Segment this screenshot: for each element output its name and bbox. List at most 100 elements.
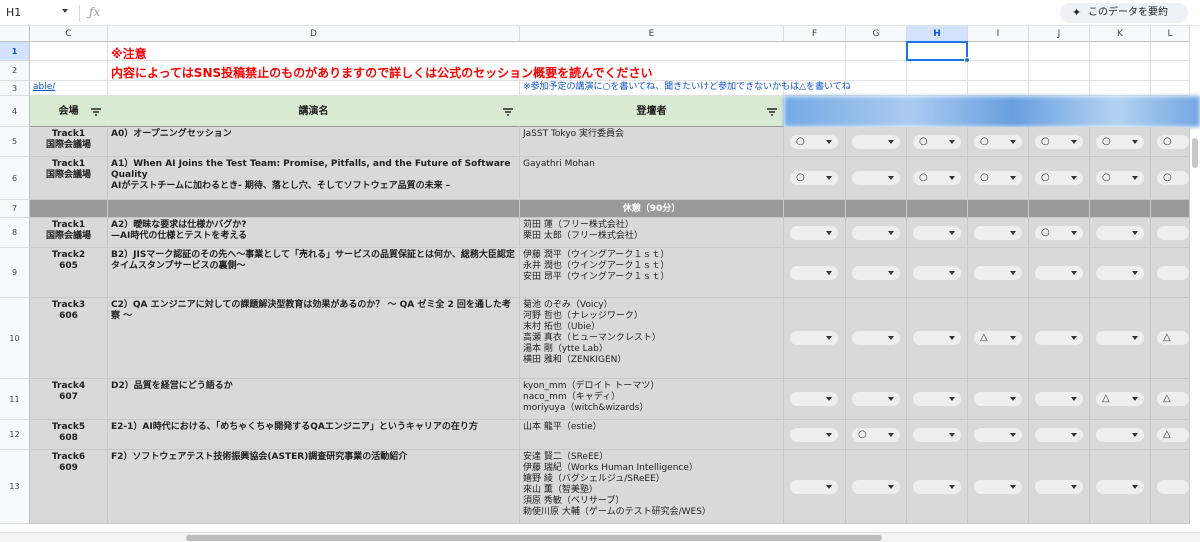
cell[interactable]: 内容によってはSNS投稿禁止のものがありますので詳しくは公式のセッション概要を読… <box>108 61 653 81</box>
attendance-cell[interactable] <box>1029 248 1090 298</box>
attendance-cell[interactable]: ○ <box>1029 218 1090 248</box>
row-header-5[interactable]: 5 <box>0 127 30 157</box>
attendance-cell[interactable] <box>907 218 968 248</box>
chevron-down-icon[interactable] <box>888 432 894 437</box>
chevron-down-icon[interactable] <box>1010 484 1016 489</box>
venue-header[interactable]: 会場 <box>30 96 108 127</box>
talk-title-cell[interactable]: C2）QA エンジニアに対しての課題解決型教育は効果があるのか？ 〜 QA ゼミ… <box>108 298 520 379</box>
attendance-cell[interactable]: ○ <box>907 157 968 200</box>
column-header-k[interactable]: K <box>1090 26 1151 42</box>
attendance-cell[interactable]: ○ <box>1151 127 1190 157</box>
attendance-cell[interactable] <box>1029 379 1090 420</box>
talk-title-cell[interactable]: A1）When AI Joins the Test Team: Promise,… <box>108 157 520 200</box>
chevron-down-icon[interactable] <box>888 270 894 275</box>
attendance-dropdown[interactable] <box>1035 265 1083 280</box>
cell[interactable] <box>1151 81 1190 96</box>
cell[interactable] <box>520 42 784 61</box>
attendance-dropdown[interactable]: ○ <box>913 171 961 185</box>
attendance-dropdown[interactable]: △ <box>1157 392 1189 406</box>
attendance-dropdown[interactable] <box>1096 331 1144 345</box>
speaker-cell[interactable]: 菊池 のぞみ（Voicy） 河野 哲也（ナレッジワーク） 末村 拓也（Ubie） 高瀬… <box>520 298 784 379</box>
chevron-down-icon[interactable] <box>888 139 894 144</box>
attendance-dropdown[interactable] <box>1157 479 1189 494</box>
attendance-dropdown[interactable] <box>974 225 1022 240</box>
attendance-dropdown[interactable]: ○ <box>790 171 838 185</box>
chevron-down-icon[interactable] <box>826 336 832 340</box>
attendance-dropdown[interactable]: ○ <box>1096 171 1144 185</box>
cell[interactable] <box>784 200 846 218</box>
attendance-cell[interactable] <box>1090 218 1151 248</box>
cell[interactable] <box>30 200 108 218</box>
chevron-down-icon[interactable] <box>1071 336 1077 340</box>
attendance-dropdown[interactable] <box>913 392 961 406</box>
attendance-dropdown[interactable] <box>852 225 900 240</box>
column-header-j[interactable]: J <box>1029 26 1090 42</box>
cell[interactable] <box>784 61 846 81</box>
cell[interactable] <box>846 81 907 96</box>
attendance-cell[interactable] <box>1090 298 1151 379</box>
cell[interactable] <box>846 200 907 218</box>
horizontal-scrollbar[interactable] <box>0 532 1200 542</box>
chevron-down-icon[interactable] <box>1071 484 1077 489</box>
venue-cell[interactable]: Track5 608 <box>30 420 108 450</box>
row-header-7[interactable]: 7 <box>0 200 30 218</box>
chevron-down-icon[interactable] <box>62 9 68 13</box>
filter-icon[interactable] <box>503 108 513 116</box>
attendance-cell[interactable]: ○ <box>907 127 968 157</box>
chevron-down-icon[interactable] <box>1132 230 1138 235</box>
attendance-dropdown[interactable] <box>1096 265 1144 280</box>
cell[interactable] <box>1090 81 1151 96</box>
attendance-cell[interactable]: ○ <box>1151 157 1190 200</box>
selected-cell-h1[interactable] <box>906 41 968 61</box>
attendance-dropdown[interactable] <box>852 331 900 345</box>
attendance-dropdown[interactable]: ○ <box>974 171 1022 185</box>
chevron-down-icon[interactable] <box>949 270 955 275</box>
talk-title-cell[interactable]: E2-1）AI時代における、「めちゃくちゃ開発するQAエンジニア」というキャリア… <box>108 420 520 450</box>
attendance-cell[interactable] <box>907 248 968 298</box>
chevron-down-icon[interactable] <box>949 176 955 180</box>
row-header-6[interactable]: 6 <box>0 157 30 200</box>
chevron-down-icon[interactable] <box>888 176 894 180</box>
attendance-dropdown[interactable] <box>913 225 961 240</box>
attendance-cell[interactable]: ○ <box>1029 157 1090 200</box>
attendance-dropdown[interactable] <box>974 265 1022 280</box>
attendance-cell[interactable] <box>784 379 846 420</box>
speaker-cell[interactable]: kyon_mm（デロイト トーマツ） naco_mm（キャディ） moriyuya（… <box>520 379 784 420</box>
chevron-down-icon[interactable] <box>826 484 832 489</box>
chevron-down-icon[interactable] <box>949 397 955 401</box>
speaker-cell[interactable]: 安達 賢二（SReEE） 伊藤 瑞紀（Works Human Intelligen… <box>520 450 784 524</box>
chevron-down-icon[interactable] <box>1071 176 1077 180</box>
attendance-dropdown[interactable] <box>1035 392 1083 406</box>
attendance-cell[interactable]: ○ <box>968 157 1029 200</box>
row-header-9[interactable]: 9 <box>0 248 30 298</box>
attendance-cell[interactable]: △ <box>968 298 1029 379</box>
venue-cell[interactable]: Track2 605 <box>30 248 108 298</box>
attendance-cell[interactable] <box>1151 450 1190 524</box>
attendance-cell[interactable] <box>1029 420 1090 450</box>
cell[interactable] <box>108 200 520 218</box>
cell[interactable] <box>1090 61 1151 81</box>
row-header-11[interactable]: 11 <box>0 379 30 420</box>
attendance-dropdown[interactable] <box>852 392 900 406</box>
cell[interactable] <box>30 61 108 81</box>
chevron-down-icon[interactable] <box>1071 139 1077 144</box>
talk-title-cell[interactable]: A2）曖昧な要求は仕様かバグか? —AI時代の仕様とテストを考える <box>108 218 520 248</box>
column-header-c[interactable]: C <box>30 26 108 42</box>
attendance-cell[interactable]: △ <box>1151 379 1190 420</box>
cell[interactable] <box>108 81 520 96</box>
cell[interactable] <box>1029 42 1090 61</box>
chevron-down-icon[interactable] <box>1010 397 1016 401</box>
attendance-cell[interactable] <box>846 379 907 420</box>
select-all-corner[interactable] <box>0 26 30 42</box>
attendance-cell[interactable] <box>968 248 1029 298</box>
attendance-dropdown[interactable]: △ <box>1096 392 1144 406</box>
chevron-down-icon[interactable] <box>1010 336 1016 340</box>
cell[interactable]: able/ <box>30 81 108 96</box>
attendance-cell[interactable]: ○ <box>1029 127 1090 157</box>
attendance-cell[interactable] <box>784 218 846 248</box>
speaker-header[interactable]: 登壇者 <box>520 96 784 127</box>
attendance-cell[interactable] <box>846 157 907 200</box>
chevron-down-icon[interactable] <box>826 230 832 235</box>
row-header-3[interactable]: 3 <box>0 81 30 96</box>
attendance-cell[interactable] <box>1090 450 1151 524</box>
